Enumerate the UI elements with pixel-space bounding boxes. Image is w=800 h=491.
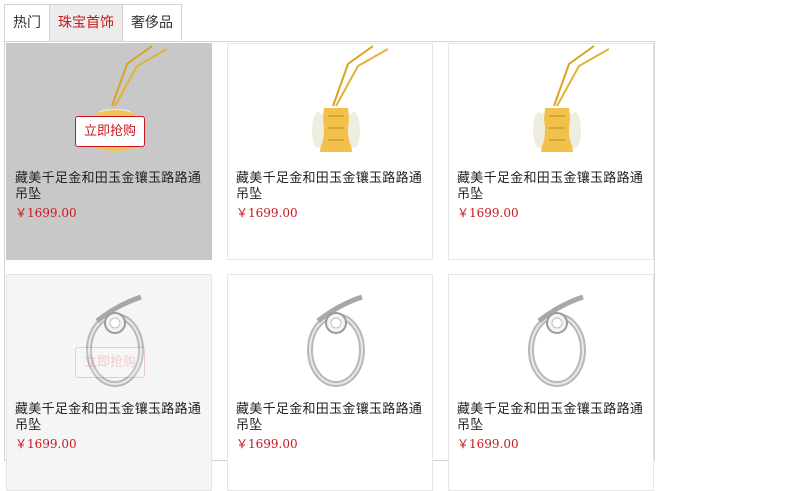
product-name[interactable]: 藏美千足金和田玉金镶玉路路通吊坠	[457, 171, 652, 203]
product-price: ￥1699.00	[457, 206, 519, 220]
tab-hot[interactable]: 热门	[5, 5, 50, 41]
jade-pendant-icon	[533, 45, 609, 152]
product-price: ￥1699.00	[457, 437, 519, 451]
product-card[interactable]: 立即抢购 藏美千足金和田玉金镶玉路路通吊坠 ￥1699.00	[227, 43, 433, 260]
diamond-ring-icon	[307, 294, 365, 387]
product-card[interactable]: 藏美千足金和田玉金镶玉路路通吊坠 ￥1699.00	[448, 43, 654, 260]
product-price: ￥1699.00	[15, 437, 77, 451]
product-name[interactable]: 藏美千足金和田玉金镶玉路路通吊坠	[15, 171, 210, 203]
buy-now-button[interactable]: 立即抢购	[75, 347, 145, 378]
product-name[interactable]: 藏美千足金和田玉金镶玉路路通吊坠	[15, 402, 210, 434]
product-card[interactable]: 藏美千足金和田玉金镶玉路路通吊坠 ￥1699.00	[227, 274, 433, 491]
product-price: ￥1699.00	[236, 437, 298, 451]
product-card[interactable]: 立即抢购 藏美千足金和田玉金镶玉路路通吊坠 ￥1699.00	[6, 274, 212, 491]
product-card[interactable]: 藏美千足金和田玉金镶玉路路通吊坠 ￥1699.00	[448, 274, 654, 491]
product-price: ￥1699.00	[236, 206, 298, 220]
jade-pendant-icon	[312, 45, 388, 152]
category-tabs: 热门 珠宝首饰 奢侈品	[4, 4, 182, 41]
tab-jewelry[interactable]: 珠宝首饰	[50, 5, 123, 41]
diamond-ring-icon	[528, 294, 586, 387]
product-price: ￥1699.00	[15, 206, 77, 220]
product-name[interactable]: 藏美千足金和田玉金镶玉路路通吊坠	[236, 171, 431, 203]
product-panel: 立即抢购 藏美千足金和田玉金镶玉路路通吊坠 ￥1699.00 立即抢购 藏美千足…	[4, 41, 655, 491]
buy-now-button[interactable]: 立即抢购	[75, 116, 145, 147]
product-card[interactable]: 立即抢购 藏美千足金和田玉金镶玉路路通吊坠 ￥1699.00	[6, 43, 212, 260]
tab-luxury[interactable]: 奢侈品	[123, 5, 181, 41]
product-name[interactable]: 藏美千足金和田玉金镶玉路路通吊坠	[457, 402, 652, 434]
product-name[interactable]: 藏美千足金和田玉金镶玉路路通吊坠	[236, 402, 431, 434]
